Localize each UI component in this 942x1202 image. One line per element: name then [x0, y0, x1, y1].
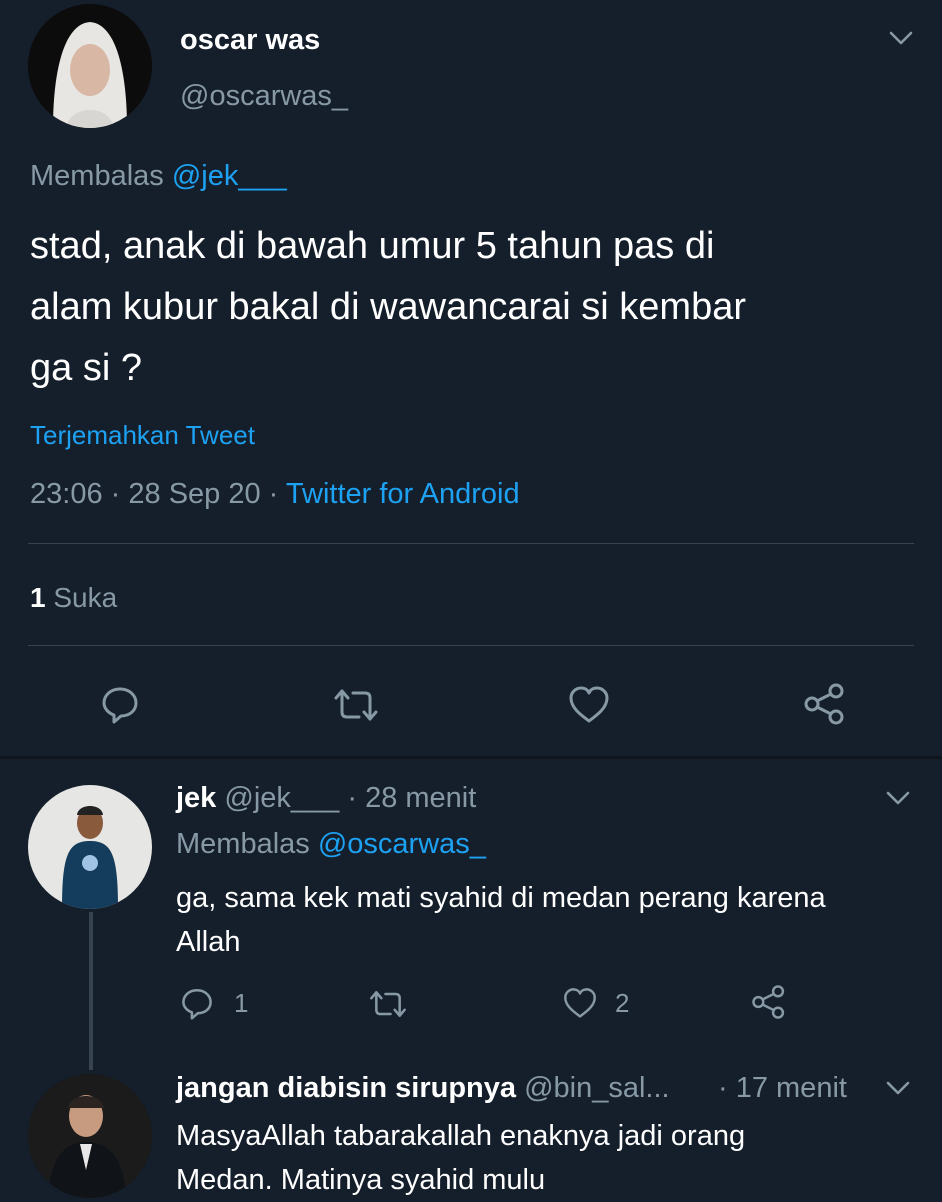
client-link[interactable]: Twitter for Android: [286, 478, 520, 510]
reply-count: 1: [234, 988, 249, 1018]
share-icon[interactable]: [802, 682, 848, 726]
reply-text: MasyaAllah tabarakallah enaknya jadi ora…: [176, 1114, 745, 1202]
avatar-image: [28, 785, 152, 909]
reply-context: Membalas @oscarwas_: [176, 828, 486, 861]
display-name[interactable]: oscar was: [180, 24, 320, 57]
avatar[interactable]: [28, 785, 152, 909]
reply-text-line: MasyaAllah tabarakallah enaknya jadi ora…: [176, 1120, 746, 1152]
reply-context: Membalas @jek___: [30, 160, 287, 193]
retweet-icon[interactable]: [368, 988, 408, 1020]
reply-text-line: ga, sama kek mati syahid di medan perang…: [176, 882, 826, 914]
avatar[interactable]: [28, 4, 152, 128]
handle[interactable]: @bin_sal...: [524, 1072, 670, 1104]
reply-to-link[interactable]: @oscarwas_: [318, 828, 486, 860]
avatar-image: [28, 1074, 152, 1198]
display-name[interactable]: jangan diabisin sirupnya: [176, 1072, 516, 1104]
divider: [28, 645, 914, 646]
handle[interactable]: @jek___: [224, 782, 339, 814]
tweet-text-line: alam kubur bakal di wawancarai si kembar: [30, 286, 746, 328]
reply-icon[interactable]: [100, 684, 140, 724]
chevron-down-icon[interactable]: [885, 790, 911, 806]
reply-text-line: Medan. Matinya syahid mulu: [176, 1164, 546, 1196]
display-name[interactable]: jek: [176, 782, 216, 814]
reply-time: · 17 menit: [718, 1072, 847, 1104]
tweet-text-line: stad, anak di bawah umur 5 tahun pas di: [30, 225, 715, 267]
like-icon[interactable]: [562, 986, 598, 1019]
reply-text-line: Allah: [176, 926, 241, 958]
retweet-icon[interactable]: [332, 686, 380, 724]
tweet-date: 28 Sep 20: [128, 478, 261, 510]
like-icon[interactable]: [567, 684, 611, 724]
handle[interactable]: @oscarwas_: [180, 80, 348, 113]
like-count: 2: [615, 988, 630, 1018]
reply-text: ga, sama kek mati syahid di medan perang…: [176, 876, 826, 964]
likes-stat[interactable]: 1 Suka: [30, 582, 117, 614]
tweet-text: stad, anak di bawah umur 5 tahun pas di …: [30, 216, 746, 399]
reply-prefix: Membalas: [176, 828, 310, 860]
avatar-image: [28, 4, 152, 128]
likes-label: Suka: [53, 582, 118, 613]
reply-prefix: Membalas: [30, 160, 164, 192]
avatar[interactable]: [28, 1074, 152, 1198]
reply-to-link[interactable]: @jek___: [172, 160, 287, 192]
tweet-meta: 23:06 · 28 Sep 20 · Twitter for Android: [30, 478, 520, 511]
divider: [28, 543, 914, 544]
divider: [0, 756, 942, 759]
likes-count: 1: [30, 582, 46, 613]
reply-header: jangan diabisin sirupnya @bin_sal...: [176, 1072, 670, 1105]
separator: ·: [268, 478, 279, 510]
tweet-time: 23:06: [30, 478, 103, 510]
separator: ·: [110, 478, 121, 510]
reply-icon[interactable]: [180, 986, 214, 1020]
chevron-down-icon[interactable]: [888, 30, 914, 46]
tweet-text-line: ga si ?: [30, 347, 142, 389]
reply-time: · 28 menit: [347, 782, 477, 814]
translate-link[interactable]: Terjemahkan Tweet: [30, 420, 255, 451]
thread-line: [89, 912, 93, 1070]
share-icon[interactable]: [750, 984, 788, 1020]
chevron-down-icon[interactable]: [885, 1080, 911, 1096]
reply-header: jek @jek___ · 28 menit: [176, 782, 476, 815]
